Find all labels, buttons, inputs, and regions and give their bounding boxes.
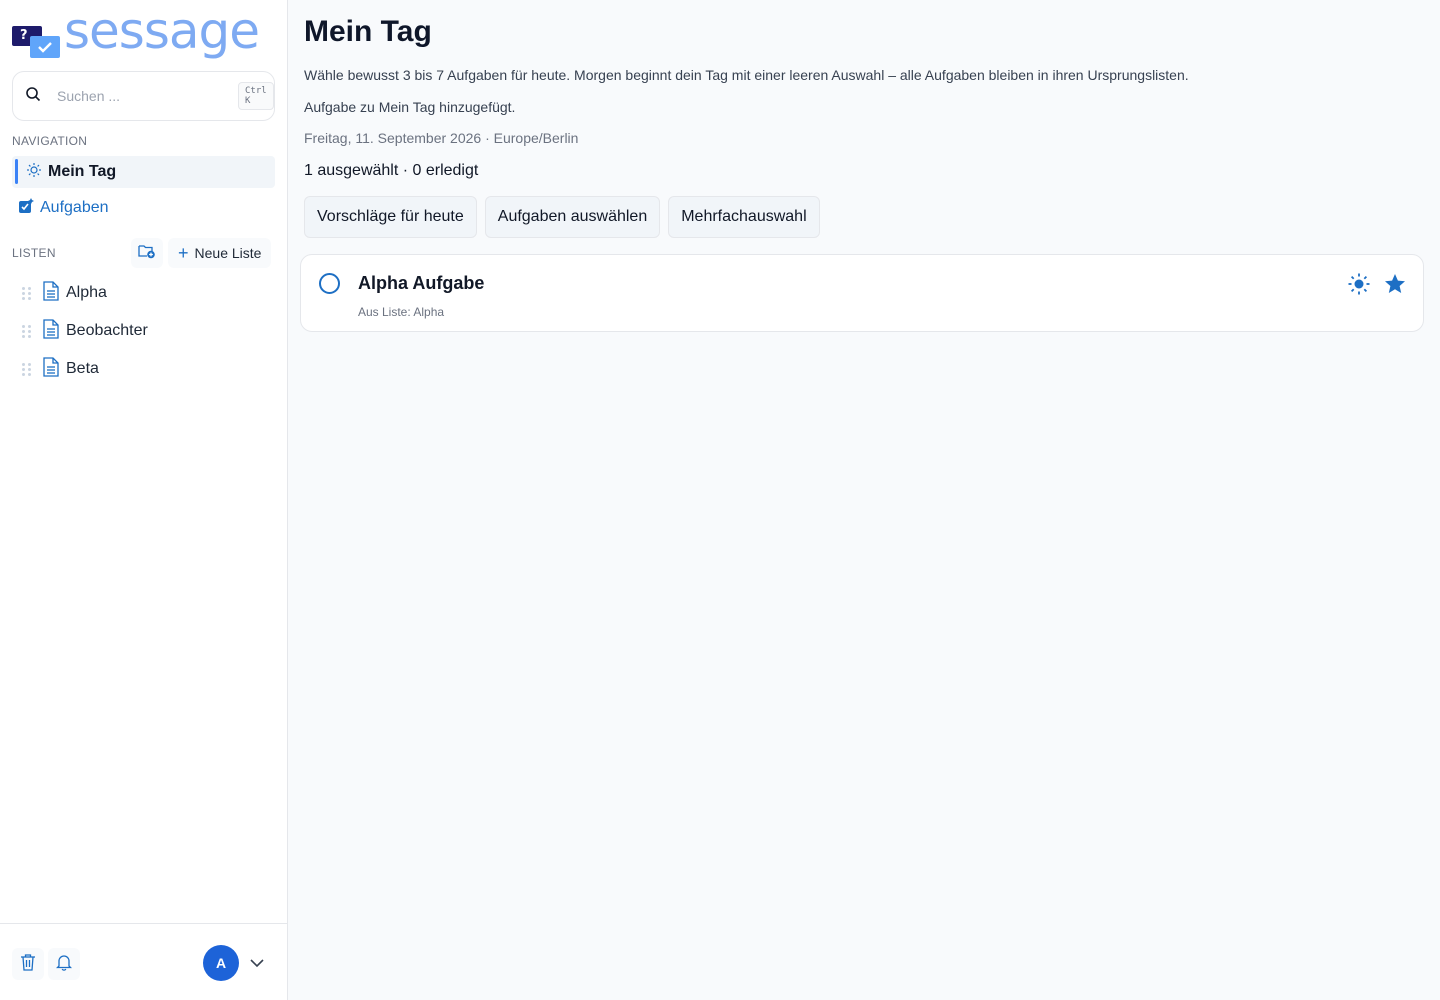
list-item-beta[interactable]: Beta [22,354,272,384]
search-box[interactable]: Ctrl K [12,71,275,121]
user-avatar[interactable]: A [203,945,239,981]
select-tasks-button[interactable]: Aufgaben auswählen [484,196,661,238]
nav-item-label: Aufgaben [40,199,109,216]
trash-icon [20,953,36,976]
new-list-button[interactable]: + Neue Liste [168,238,272,268]
list-item-label: Beta [66,360,99,377]
task-title: Alpha Aufgabe [358,273,485,293]
list-item-label: Beobachter [66,322,148,339]
nav-item-mein-tag[interactable]: Mein Tag [12,156,275,188]
list-item-alpha[interactable]: Alpha [22,278,272,308]
my-day-sun-icon[interactable] [1347,272,1371,301]
drag-handle-icon[interactable] [22,362,32,376]
app-name: sessage [64,2,260,60]
bell-icon [55,953,73,976]
page-description: Wähle bewusst 3 bis 7 Aufgaben für heute… [304,67,1189,83]
task-card[interactable]: Alpha Aufgabe Aus Liste: Alpha [300,254,1424,332]
status-notice: Aufgabe zu Mein Tag hinzugefügt. [304,99,516,115]
sidebar-footer: A [0,923,287,1000]
plus-icon: + [178,243,189,263]
star-icon[interactable] [1383,272,1407,301]
list-item-beobachter[interactable]: Beobachter [22,316,272,346]
folder-plus-icon [138,243,156,264]
chevron-down-icon[interactable] [249,955,265,976]
list-item-label: Alpha [66,284,107,301]
lists-heading: LISTEN [12,246,56,260]
drag-handle-icon[interactable] [22,286,32,300]
trash-button[interactable] [12,948,44,980]
list-tools: + Neue Liste [131,238,272,268]
suggestions-button[interactable]: Vorschläge für heute [304,196,477,238]
page-title: Mein Tag [304,15,432,48]
task-source-list: Aus Liste: Alpha [358,305,445,319]
selection-stats: 1 ausgewählt · 0 erledigt [304,162,479,179]
app-logo[interactable]: ? sessage [12,2,260,62]
task-complete-checkbox[interactable] [319,273,340,294]
date-line: Freitag, 11. September 2026 · Europe/Ber… [304,130,579,146]
main-content: Mein Tag Wähle bewusst 3 bis 7 Aufgaben … [288,0,1440,1000]
multi-select-button[interactable]: Mehrfachauswahl [668,196,820,238]
active-indicator [15,159,18,184]
notifications-button[interactable] [48,948,80,980]
logo-mark-glyph: ? [20,28,28,43]
logo-mark-icon: ? [12,14,62,58]
action-bar: Vorschläge für heute Aufgaben auswählen … [304,196,820,238]
tasks-icon [18,197,34,219]
search-icon [25,86,41,107]
new-folder-button[interactable] [131,238,163,268]
search-input[interactable] [57,88,238,104]
drag-handle-icon[interactable] [22,324,32,338]
search-shortcut: Ctrl K [238,82,274,110]
nav-item-label: Mein Tag [48,163,117,180]
nav-item-aufgaben[interactable]: Aufgaben [12,192,275,224]
document-icon [42,280,60,306]
new-list-label: Neue Liste [194,245,262,261]
document-icon [42,318,60,344]
sidebar: ? sessage Ctrl K NAVIGATION Mein Tag [0,0,288,1000]
document-icon [42,356,60,382]
navigation-heading: NAVIGATION [12,134,88,148]
sun-icon [26,162,42,183]
